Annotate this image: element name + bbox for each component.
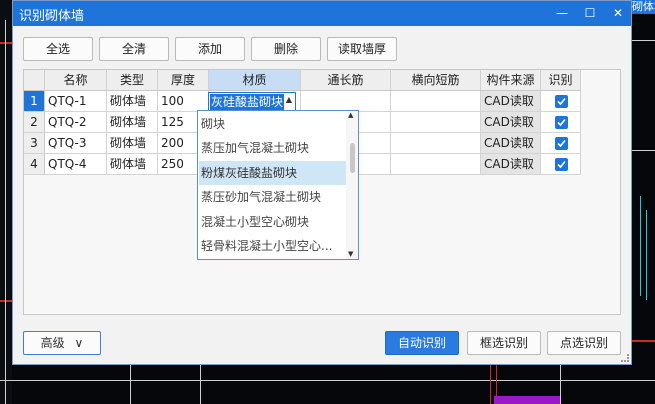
dropdown-option[interactable]: 砌块 xyxy=(199,112,347,136)
cad-line xyxy=(0,300,12,302)
cell-name[interactable]: QTQ-1 xyxy=(45,91,107,112)
row-number[interactable]: 1 xyxy=(24,91,45,112)
cad-line xyxy=(490,365,491,404)
box-identify-button[interactable]: 框选识别 xyxy=(467,331,541,355)
cad-line xyxy=(200,365,201,404)
delete-button[interactable]: 删除 xyxy=(251,37,321,61)
check-icon xyxy=(557,139,566,148)
read-thickness-button[interactable]: 读取墙厚 xyxy=(327,37,397,61)
cad-line xyxy=(130,365,131,404)
minimize-button[interactable]: — xyxy=(548,1,576,26)
cell-type[interactable]: 砌体墙 xyxy=(107,154,158,175)
dropdown-option[interactable]: 蒸压加气混凝土砌块 xyxy=(199,136,347,160)
cell-short-rebar[interactable] xyxy=(391,133,481,154)
cad-line xyxy=(646,210,647,300)
column-header-type[interactable]: 类型 xyxy=(107,70,158,91)
cell-type[interactable]: 砌体墙 xyxy=(107,112,158,133)
identify-checkbox[interactable] xyxy=(555,137,568,150)
column-header-long-rebar[interactable]: 通长筋 xyxy=(301,70,391,91)
check-icon xyxy=(557,118,566,127)
dropdown-scrollbar[interactable]: ▲ ▼ xyxy=(346,111,358,259)
material-combobox[interactable]: 灰硅酸盐砌块 ▲ xyxy=(208,92,296,112)
cell-name[interactable]: QTQ-4 xyxy=(45,154,107,175)
background-window-title: 砌体墙 xyxy=(632,0,655,14)
column-header-thickness[interactable]: 厚度 xyxy=(158,70,209,91)
point-identify-button[interactable]: 点选识别 xyxy=(547,331,621,355)
chevron-down-icon: ∨ xyxy=(74,336,84,350)
cad-line xyxy=(632,150,655,151)
row-number[interactable]: 3 xyxy=(24,133,45,154)
cell-source: CAD读取 xyxy=(481,112,541,133)
material-combobox-value[interactable]: 灰硅酸盐砌块 xyxy=(210,94,285,110)
cell-thickness[interactable]: 100 xyxy=(158,91,209,112)
column-header-material[interactable]: 材质 xyxy=(209,70,301,91)
column-header-name[interactable]: 名称 xyxy=(45,70,107,91)
maximize-button[interactable]: ☐ xyxy=(576,1,604,26)
row-number-header xyxy=(24,70,45,91)
cell-source: CAD读取 xyxy=(481,91,541,112)
identify-checkbox[interactable] xyxy=(555,95,568,108)
dropdown-option[interactable]: 混凝土小型空心砌块 xyxy=(199,210,347,234)
cell-name[interactable]: QTQ-2 xyxy=(45,112,107,133)
dropdown-option-highlighted[interactable]: 粉煤灰硅酸盐砌块 xyxy=(199,161,347,185)
check-icon xyxy=(557,97,566,106)
column-header-identify[interactable]: 识别 xyxy=(541,70,581,91)
cad-line xyxy=(560,365,561,404)
cell-type[interactable]: 砌体墙 xyxy=(107,91,158,112)
cad-line xyxy=(494,396,560,404)
check-icon xyxy=(557,160,566,169)
cell-long-rebar[interactable] xyxy=(301,91,391,112)
cad-line xyxy=(5,20,6,404)
cell-name[interactable]: QTQ-3 xyxy=(45,133,107,154)
column-header-short-rebar[interactable]: 横向短筋 xyxy=(391,70,481,91)
cad-line xyxy=(632,340,655,342)
cad-line xyxy=(640,196,641,296)
row-number[interactable]: 2 xyxy=(24,112,45,133)
combobox-arrow-icon[interactable]: ▲ xyxy=(286,95,292,104)
scroll-up-icon[interactable]: ▲ xyxy=(348,111,353,119)
resize-grip-icon[interactable] xyxy=(621,354,629,362)
cell-short-rebar[interactable] xyxy=(391,91,481,112)
auto-identify-button[interactable]: 自动识别 xyxy=(385,331,459,355)
select-all-button[interactable]: 全选 xyxy=(23,37,93,61)
cell-short-rebar[interactable] xyxy=(391,112,481,133)
cell-short-rebar[interactable] xyxy=(391,154,481,175)
cell-type[interactable]: 砌体墙 xyxy=(107,133,158,154)
advanced-label: 高级 xyxy=(40,336,65,350)
dropdown-option[interactable]: 蒸压砂加气混凝土砌块 xyxy=(199,185,347,209)
scrollbar-thumb[interactable] xyxy=(350,143,355,173)
clear-all-button[interactable]: 全清 xyxy=(99,37,169,61)
material-dropdown-list[interactable]: 砌块 蒸压加气混凝土砌块 粉煤灰硅酸盐砌块 蒸压砂加气混凝土砌块 混凝土小型空心… xyxy=(197,110,359,260)
scroll-down-icon[interactable]: ▼ xyxy=(348,250,353,258)
cad-line xyxy=(0,0,12,404)
dialog-titlebar[interactable]: 识别砌体墙 — ☐ ✕ xyxy=(13,1,631,26)
cell-source: CAD读取 xyxy=(481,154,541,175)
row-number[interactable]: 4 xyxy=(24,154,45,175)
column-header-source[interactable]: 构件来源 xyxy=(481,70,541,91)
cad-line xyxy=(0,380,655,381)
cell-source: CAD读取 xyxy=(481,133,541,154)
cad-line xyxy=(632,40,655,41)
advanced-button[interactable]: 高级 ∨ xyxy=(23,331,101,355)
cad-line xyxy=(0,42,12,44)
add-button[interactable]: 添加 xyxy=(175,37,245,61)
dialog-title: 识别砌体墙 xyxy=(19,9,85,24)
dropdown-option[interactable]: 轻骨料混凝土小型空心... xyxy=(199,234,347,258)
identify-checkbox[interactable] xyxy=(555,158,568,171)
identify-checkbox[interactable] xyxy=(555,116,568,129)
close-button[interactable]: ✕ xyxy=(604,1,632,26)
